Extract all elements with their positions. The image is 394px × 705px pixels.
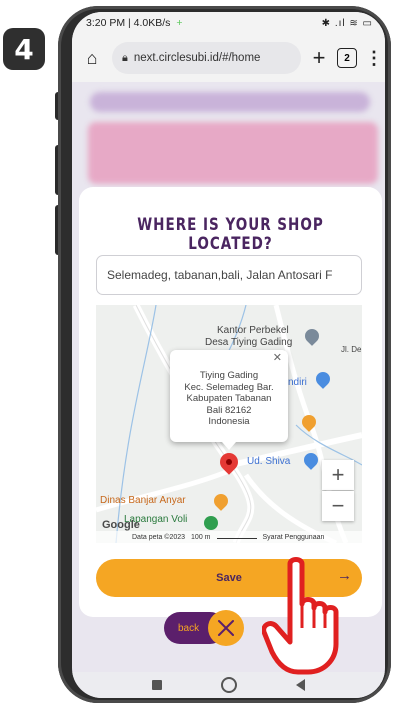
more-menu-icon[interactable]: ⋮ <box>365 48 383 69</box>
info-line-4: Bali 82162 <box>206 404 252 416</box>
zoom-in-button[interactable]: + <box>322 460 354 490</box>
map-label-kantor-2: Desa Tiying Gading <box>205 337 293 348</box>
map-terms-link[interactable]: Syarat Penggunaan <box>263 534 325 541</box>
new-tab-icon[interactable]: + <box>309 45 329 71</box>
close-icon[interactable] <box>208 610 244 646</box>
map-label-kantor-1: Kantor Perbekel <box>217 325 289 336</box>
zoom-out-button[interactable]: − <box>322 491 354 521</box>
back-button-label: back <box>178 622 200 634</box>
home-icon[interactable]: ⌂ <box>80 48 104 69</box>
status-plus-icon: + <box>176 17 183 29</box>
info-line-1: Tiying Gading <box>199 370 259 381</box>
park-poi-icon <box>204 516 218 530</box>
map-label-dinas: Dinas Banjar Anyar <box>100 495 186 506</box>
info-line-2: Kec. Selemadeg Bar. <box>184 381 274 393</box>
recents-icon[interactable] <box>151 680 162 690</box>
address-bar[interactable]: 🔒︎ next.circlesubi.id/#/home <box>112 42 301 74</box>
info-line-5: Indonesia <box>208 416 250 427</box>
map-info-window: ✕ Tiying Gading Kec. Selemadeg Bar. Kabu… <box>170 350 288 450</box>
back-control: back <box>164 610 244 648</box>
back-nav-icon[interactable] <box>296 679 306 691</box>
step-number-badge: 4 <box>3 28 45 70</box>
info-line-3: Kabupaten Tabanan <box>186 393 272 404</box>
background-blurred-card <box>88 122 378 184</box>
map-attribution: Data peta ©2023 100 m Syarat Penggunaan <box>96 531 362 543</box>
map-label-jl: Jl. De <box>341 345 362 354</box>
map-label-ud-shiva: Ud. Shiva <box>247 456 291 467</box>
status-signal-icons: ✱ .ıl ≋ ▭ <box>321 17 373 29</box>
modal-title: WHERE IS YOUR SHOP LOCATED? <box>137 215 324 253</box>
map-data-credit: Data peta ©2023 <box>132 533 186 541</box>
home-nav-icon[interactable] <box>220 677 237 693</box>
lock-icon: 🔒︎ <box>122 51 128 64</box>
status-time: 3:20 PM | 4.0KB/s <box>86 17 171 29</box>
scale-bar <box>216 535 257 539</box>
google-logo: Google <box>102 519 140 531</box>
background-blurred-bar <box>90 92 370 112</box>
url-text: next.circlesubi.id/#/home <box>133 52 261 64</box>
info-window-close-icon[interactable]: ✕ <box>273 352 282 365</box>
address-input[interactable] <box>96 255 362 295</box>
status-bar: 3:20 PM | 4.0KB/s + ✱ .ıl ≋ ▭ <box>72 12 385 34</box>
tap-hand-icon <box>262 557 339 675</box>
status-left: 3:20 PM | 4.0KB/s + <box>86 17 183 29</box>
browser-toolbar: ⌂ 🔒︎ next.circlesubi.id/#/home + 2 ⋮ <box>72 34 385 82</box>
map-label-ndiri: ndiri <box>288 377 307 388</box>
shop-location-modal: WHERE IS YOUR SHOP LOCATED? Kantor Perbe… <box>79 187 382 617</box>
tab-count-icon[interactable]: 2 <box>337 48 357 68</box>
map-scale: 100 m <box>191 533 211 541</box>
map-view[interactable]: Kantor Perbekel Desa Tiying Gading Jl. D… <box>96 305 362 543</box>
save-button-label: Save <box>216 572 242 584</box>
